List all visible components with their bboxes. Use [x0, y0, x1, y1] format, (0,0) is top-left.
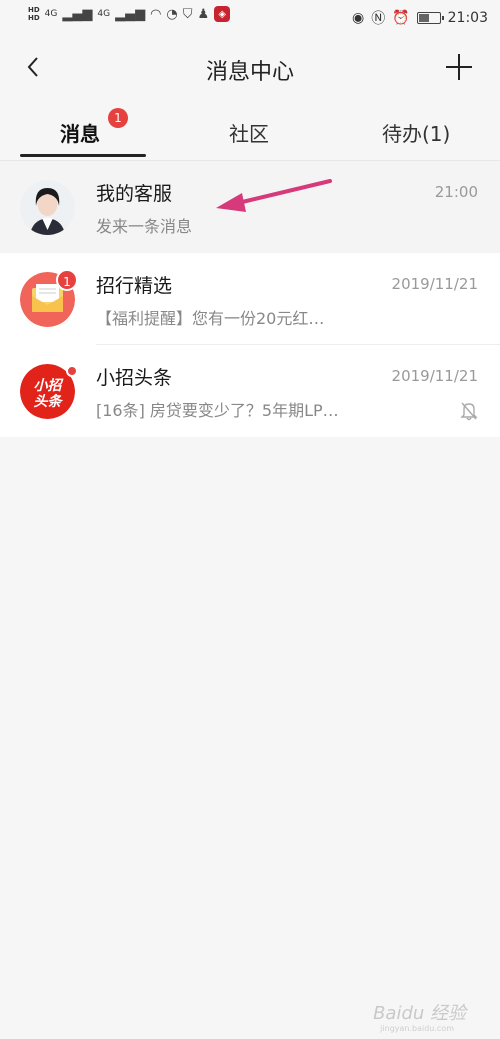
message-time: 2019/11/21 [391, 275, 478, 293]
eye-icon: ◉ [351, 10, 365, 26]
tab-community-label: 社区 [229, 122, 269, 146]
customer-service-avatar [20, 180, 75, 235]
nav-bar: 消息中心 [0, 34, 500, 102]
watermark-url: jingyan.baidu.com [380, 1024, 454, 1033]
bell-muted-icon [460, 402, 478, 421]
tab-messages-badge: 1 [108, 108, 128, 128]
message-preview: 发来一条消息 [96, 217, 193, 236]
alarm-icon: ⏰ [392, 10, 410, 26]
headlines-logo-line2: 头条 [34, 393, 64, 410]
tab-messages-label: 消息 [60, 122, 100, 146]
message-item-cmb-selection[interactable]: 1 招行精选 【福利提醒】您有一份20元红… 2019/11/21 [0, 253, 500, 345]
message-time: 21:00 [434, 183, 478, 201]
status-left-icons: HD HD 4G ▂▄▆ 4G ▂▄▆ ◠ ◔ ⛉ ♟ ◈ [28, 6, 231, 22]
browser-icon: ◔ [166, 6, 178, 22]
message-item-customer-service[interactable]: 我的客服 发来一条消息 21:00 [0, 161, 500, 253]
tab-bar: 消息 1 社区 待办(1) [0, 102, 500, 160]
tab-todo[interactable]: 待办(1) [382, 118, 450, 147]
wifi-icon: ◠ [150, 6, 162, 22]
message-preview: 【福利提醒】您有一份20元红… [96, 309, 325, 328]
tab-messages[interactable]: 消息 [60, 118, 100, 147]
unread-dot [66, 365, 78, 377]
message-list: 我的客服 发来一条消息 21:00 1 招行精选 【福利提醒】您有一份20元红…… [0, 161, 500, 437]
plus-icon[interactable] [446, 54, 472, 80]
signal-icon-2: ▂▄▆ [115, 6, 146, 22]
tab-community[interactable]: 社区 [229, 118, 269, 147]
network-type: 4G [44, 9, 58, 19]
message-preview: [16条] 房贷要变少了？5年期LP… [96, 401, 339, 420]
signal-icon: ▂▄▆ [62, 6, 93, 22]
qq-icon: ♟ [197, 6, 210, 22]
message-time: 2019/11/21 [391, 367, 478, 385]
status-bar: HD HD 4G ▂▄▆ 4G ▂▄▆ ◠ ◔ ⛉ ♟ ◈ ◉ Ⓝ ⏰ 21:03 [0, 0, 500, 34]
network-type-2: 4G [97, 9, 111, 19]
headlines-logo-line1: 小招 [34, 377, 65, 394]
nfc-icon: Ⓝ [371, 11, 386, 27]
message-title: 我的客服 [96, 183, 173, 205]
tab-todo-label: 待办(1) [382, 122, 451, 146]
bank-app-icon: ◈ [214, 6, 231, 22]
shield-icon: ⛉ [182, 6, 193, 22]
battery-icon [416, 12, 444, 24]
message-item-headlines[interactable]: 小招 头条 小招头条 [16条] 房贷要变少了？5年期LP… 2019/11/2… [0, 345, 500, 437]
watermark-logo: Baidu 经验 [373, 1003, 466, 1024]
battery-fill [418, 14, 430, 22]
status-right-icons: ◉ Ⓝ ⏰ 21:03 [352, 8, 488, 28]
status-time: 21:03 [447, 10, 488, 26]
page-title: 消息中心 [205, 60, 294, 85]
hd-indicator: HD HD [28, 6, 40, 22]
unread-badge: 1 [56, 269, 78, 291]
message-title: 小招头条 [96, 367, 173, 389]
tab-active-indicator [20, 154, 146, 157]
message-title: 招行精选 [96, 275, 173, 297]
